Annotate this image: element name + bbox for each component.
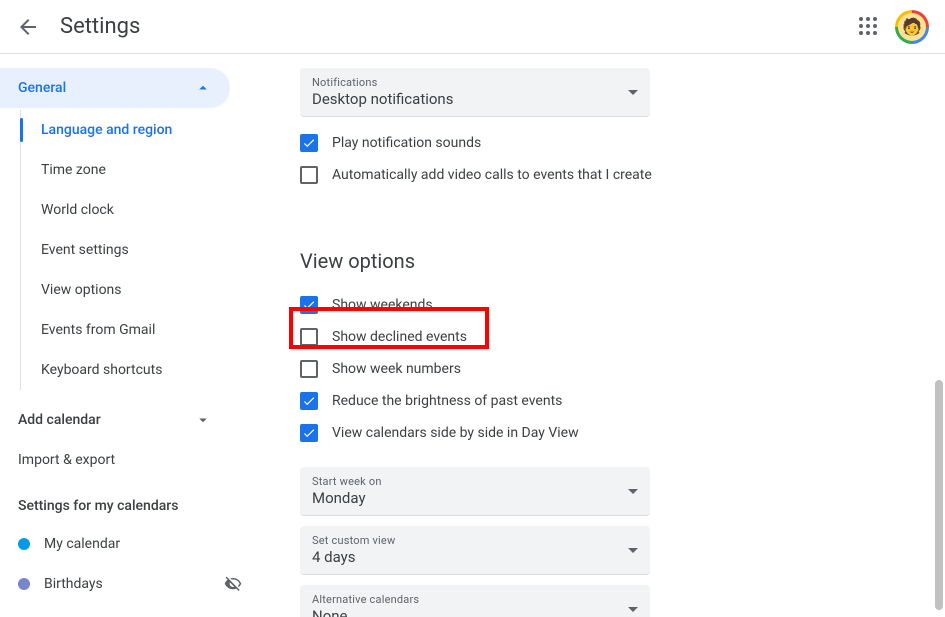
start-week-on-dropdown[interactable]: Start week on Monday	[300, 467, 650, 516]
dropdown-arrow-icon	[628, 90, 638, 95]
dropdown-value: Monday	[312, 489, 382, 507]
sidebar-my-calendars-heading: Settings for my calendars	[0, 480, 260, 524]
dropdown-arrow-icon	[628, 489, 638, 494]
dropdown-value: None	[312, 607, 419, 617]
sidebar-general-expando[interactable]: General	[0, 68, 230, 108]
play-sounds-checkbox[interactable]	[300, 134, 318, 152]
dropdown-value: 4 days	[312, 548, 395, 566]
back-arrow-icon[interactable]	[16, 15, 40, 39]
sidebar-calendar-my-calendar[interactable]: My calendar	[0, 524, 260, 564]
sidebar-add-calendar-label: Add calendar	[18, 412, 101, 428]
visibility-off-icon	[224, 575, 242, 593]
view-options-heading: View options	[300, 249, 905, 273]
sidebar-add-calendar-expando[interactable]: Add calendar	[0, 400, 230, 440]
dropdown-value: Desktop notifications	[312, 90, 453, 108]
reduce-brightness-checkbox[interactable]	[300, 392, 318, 410]
dropdown-label: Set custom view	[312, 534, 395, 547]
chevron-down-icon	[194, 411, 212, 429]
checkbox-label: Reduce the brightness of past events	[332, 393, 562, 409]
sidebar-calendar-birthdays[interactable]: Birthdays	[0, 564, 260, 604]
checkbox-label: View calendars side by side in Day View	[332, 425, 579, 441]
checkbox-label: Automatically add video calls to events …	[332, 167, 652, 183]
show-weekends-checkbox[interactable]	[300, 296, 318, 314]
dropdown-label: Notifications	[312, 76, 453, 89]
dropdown-arrow-icon	[628, 607, 638, 612]
dropdown-label: Alternative calendars	[312, 593, 419, 606]
calendar-color-dot	[18, 538, 30, 550]
checkbox-label: Show weekends	[332, 297, 433, 313]
checkbox-label: Show week numbers	[332, 361, 461, 377]
sidebar-item-language-region[interactable]: Language and region	[21, 110, 260, 150]
apps-grid-icon[interactable]	[857, 15, 881, 39]
auto-video-calls-checkbox[interactable]	[300, 166, 318, 184]
side-by-side-checkbox[interactable]	[300, 424, 318, 442]
checkbox-label: Play notification sounds	[332, 135, 481, 151]
sidebar-item-world-clock[interactable]: World clock	[21, 190, 260, 230]
notifications-dropdown[interactable]: Notifications Desktop notifications	[300, 68, 650, 117]
sidebar-item-events-from-gmail[interactable]: Events from Gmail	[21, 310, 260, 350]
avatar[interactable]: 🧑	[895, 10, 929, 44]
show-declined-events-checkbox[interactable]	[300, 328, 318, 346]
checkbox-label: Show declined events	[332, 329, 467, 345]
scrollbar[interactable]	[935, 380, 943, 610]
dropdown-arrow-icon	[628, 548, 638, 553]
show-week-numbers-checkbox[interactable]	[300, 360, 318, 378]
sidebar-general-label: General	[18, 80, 66, 96]
page-title: Settings	[60, 14, 140, 39]
sidebar-item-time-zone[interactable]: Time zone	[21, 150, 260, 190]
sidebar-item-import-export[interactable]: Import & export	[0, 440, 260, 480]
chevron-up-icon	[194, 79, 212, 97]
sidebar-item-keyboard-shortcuts[interactable]: Keyboard shortcuts	[21, 350, 260, 390]
sidebar-item-view-options[interactable]: View options	[21, 270, 260, 310]
calendar-color-dot	[18, 578, 30, 590]
sidebar-item-event-settings[interactable]: Event settings	[21, 230, 260, 270]
custom-view-dropdown[interactable]: Set custom view 4 days	[300, 526, 650, 575]
alternative-calendars-dropdown[interactable]: Alternative calendars None	[300, 585, 650, 617]
dropdown-label: Start week on	[312, 475, 382, 488]
